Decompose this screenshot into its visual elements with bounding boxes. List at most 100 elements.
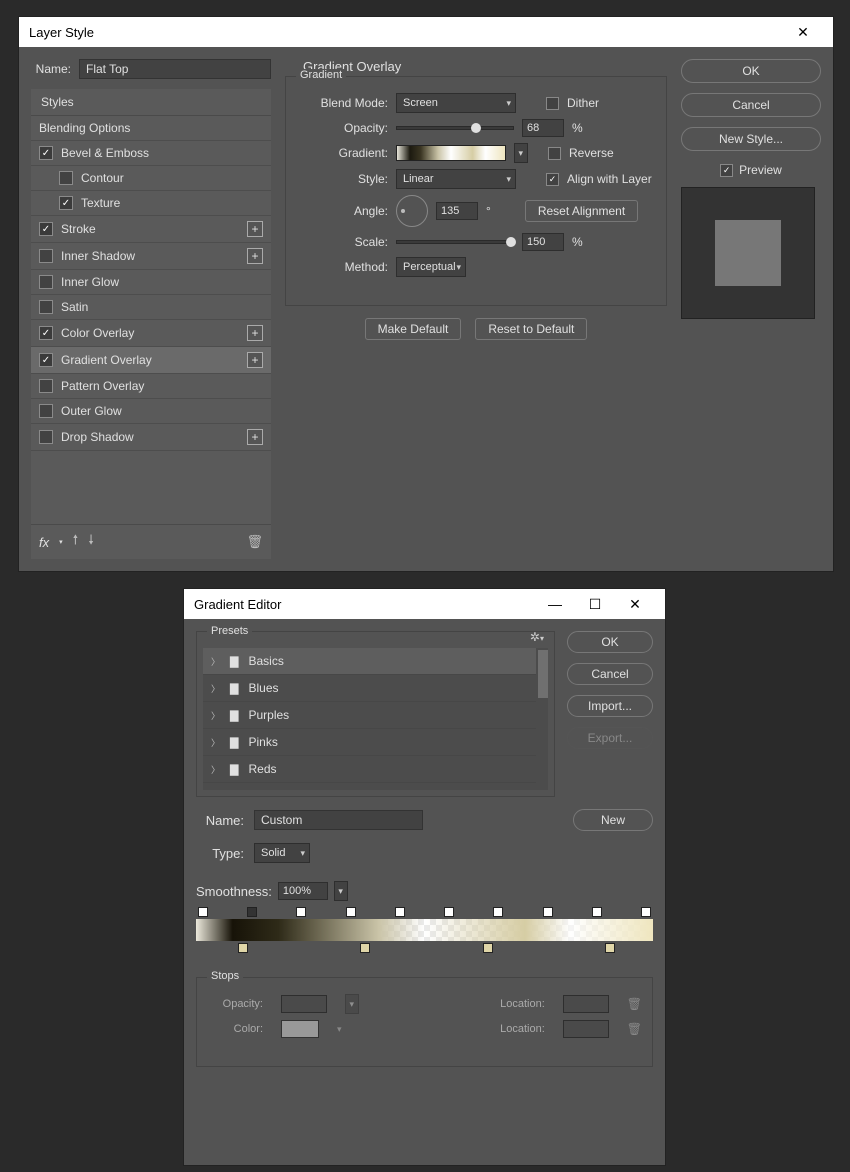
angle-dial[interactable] (396, 195, 428, 227)
style-checkbox[interactable] (39, 353, 53, 367)
stop-color-location-input[interactable] (563, 1020, 609, 1038)
opacity-stop[interactable] (493, 907, 503, 917)
style-row-satin[interactable]: Satin (31, 295, 271, 320)
blending-options-row[interactable]: Blending Options (31, 116, 271, 141)
add-effect-icon[interactable]: + (247, 248, 263, 264)
angle-input[interactable] (436, 202, 478, 220)
maximize-icon[interactable]: ☐ (575, 596, 615, 613)
style-row-drop-shadow[interactable]: Drop Shadow+ (31, 424, 271, 451)
color-stop[interactable] (360, 943, 370, 953)
reset-default-button[interactable]: Reset to Default (475, 318, 587, 340)
opacity-stop[interactable] (346, 907, 356, 917)
cancel-button[interactable]: Cancel (681, 93, 821, 117)
preset-folder-blues[interactable]: 〉▇Blues (203, 675, 548, 702)
gradient-strip[interactable] (196, 919, 653, 941)
style-checkbox[interactable] (59, 196, 73, 210)
stop-opacity-dropdown-icon[interactable] (345, 994, 359, 1014)
style-checkbox[interactable] (39, 249, 53, 263)
style-row-inner-shadow[interactable]: Inner Shadow+ (31, 243, 271, 270)
method-select[interactable]: Perceptual (396, 257, 466, 277)
smoothness-dropdown-icon[interactable] (334, 881, 348, 901)
style-row-inner-glow[interactable]: Inner Glow (31, 270, 271, 295)
opacity-slider[interactable] (396, 126, 514, 130)
dither-checkbox[interactable] (546, 97, 559, 110)
fx-icon[interactable]: fx (39, 535, 49, 550)
arrow-up-icon[interactable]: 🠕 (73, 531, 79, 553)
gradient-name-input[interactable] (254, 810, 423, 830)
minimize-icon[interactable]: — (535, 596, 575, 612)
preset-folder-reds[interactable]: 〉▇Reds (203, 756, 548, 783)
new-style-button[interactable]: New Style... (681, 127, 821, 151)
color-stop[interactable] (483, 943, 493, 953)
opacity-stop[interactable] (444, 907, 454, 917)
import-button[interactable]: Import... (567, 695, 653, 717)
scale-slider[interactable] (396, 240, 514, 244)
style-checkbox[interactable] (39, 300, 53, 314)
style-checkbox[interactable] (39, 326, 53, 340)
opacity-stops-row[interactable] (196, 907, 653, 917)
color-dropdown-icon[interactable]: ▾ (337, 1024, 342, 1035)
arrow-down-icon[interactable]: 🠗 (88, 531, 94, 553)
opacity-input[interactable] (522, 119, 564, 137)
scale-input[interactable] (522, 233, 564, 251)
style-row-stroke[interactable]: Stroke+ (31, 216, 271, 243)
style-row-gradient-overlay[interactable]: Gradient Overlay+ (31, 347, 271, 374)
stop-opacity-location-input[interactable] (563, 995, 609, 1013)
preview-checkbox[interactable] (720, 164, 733, 177)
add-effect-icon[interactable]: + (247, 325, 263, 341)
blend-mode-select[interactable]: Screen (396, 93, 516, 113)
preset-scrollbar[interactable] (536, 648, 548, 790)
style-row-pattern-overlay[interactable]: Pattern Overlay (31, 374, 271, 399)
style-row-outer-glow[interactable]: Outer Glow (31, 399, 271, 424)
opacity-stop[interactable] (296, 907, 306, 917)
style-checkbox[interactable] (39, 275, 53, 289)
type-select[interactable]: Solid (254, 843, 310, 863)
delete-opacity-stop-icon[interactable]: 🗑 (627, 997, 642, 1011)
gradient-dropdown-icon[interactable] (514, 143, 528, 163)
preset-folder-basics[interactable]: 〉▇Basics (203, 648, 548, 675)
close-icon[interactable]: ✕ (783, 24, 823, 41)
style-checkbox[interactable] (39, 430, 53, 444)
opacity-stop[interactable] (592, 907, 602, 917)
export-button[interactable]: Export... (567, 727, 653, 749)
preset-folder-pinks[interactable]: 〉▇Pinks (203, 729, 548, 756)
stop-opacity-input[interactable] (281, 995, 327, 1013)
style-checkbox[interactable] (39, 404, 53, 418)
editor-ok-button[interactable]: OK (567, 631, 653, 653)
opacity-stop[interactable] (543, 907, 553, 917)
opacity-stop[interactable] (395, 907, 405, 917)
add-effect-icon[interactable]: + (247, 221, 263, 237)
opacity-stop[interactable] (198, 907, 208, 917)
close-icon[interactable]: ✕ (615, 596, 655, 613)
trash-icon[interactable]: 🗑 (246, 534, 263, 550)
style-checkbox[interactable] (39, 146, 53, 160)
ok-button[interactable]: OK (681, 59, 821, 83)
preset-folder-purples[interactable]: 〉▇Purples (203, 702, 548, 729)
style-row-contour[interactable]: Contour (31, 166, 271, 191)
smoothness-input[interactable] (278, 882, 328, 900)
new-button[interactable]: New (573, 809, 653, 831)
color-stop[interactable] (238, 943, 248, 953)
color-stop[interactable] (605, 943, 615, 953)
delete-color-stop-icon[interactable]: 🗑 (627, 1022, 642, 1036)
color-stops-row[interactable] (196, 943, 653, 953)
stop-color-swatch[interactable] (281, 1020, 319, 1038)
gear-icon[interactable]: ✲▾ (530, 630, 544, 644)
style-row-texture[interactable]: Texture (31, 191, 271, 216)
opacity-stop[interactable] (641, 907, 651, 917)
styles-header[interactable]: Styles (31, 89, 271, 116)
style-checkbox[interactable] (39, 222, 53, 236)
style-checkbox[interactable] (39, 379, 53, 393)
add-effect-icon[interactable]: + (247, 352, 263, 368)
reset-alignment-button[interactable]: Reset Alignment (525, 200, 638, 222)
add-effect-icon[interactable]: + (247, 429, 263, 445)
make-default-button[interactable]: Make Default (365, 318, 462, 340)
style-select[interactable]: Linear (396, 169, 516, 189)
gradient-swatch[interactable] (396, 145, 506, 161)
editor-cancel-button[interactable]: Cancel (567, 663, 653, 685)
layer-name-input[interactable] (79, 59, 271, 79)
style-row-bevel-emboss[interactable]: Bevel & Emboss (31, 141, 271, 166)
opacity-stop[interactable] (247, 907, 257, 917)
style-checkbox[interactable] (59, 171, 73, 185)
reverse-checkbox[interactable] (548, 147, 561, 160)
